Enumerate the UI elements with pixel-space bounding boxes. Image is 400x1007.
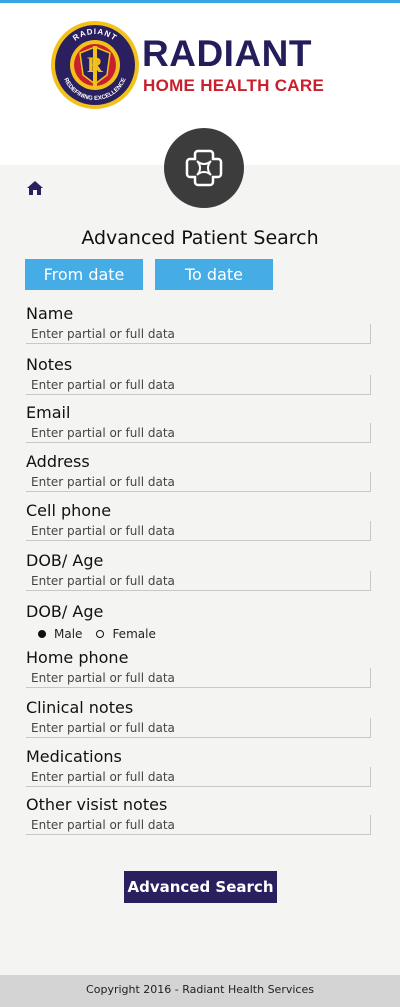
dob-age-field: DOB/ Age [26, 551, 371, 591]
field-label: Email [26, 403, 71, 422]
radiant-seal-logo: R RADIANT REDEFINING EXCELLENCE [51, 21, 139, 109]
from-date-button[interactable]: From date [25, 259, 143, 290]
name-input[interactable] [26, 324, 371, 344]
to-date-button[interactable]: To date [155, 259, 273, 290]
notes-input[interactable] [26, 375, 371, 395]
address-field: Address [26, 452, 371, 492]
male-radio[interactable] [38, 630, 46, 638]
field-label: DOB/ Age [26, 551, 104, 570]
brand-name: RADIANT [142, 33, 312, 74]
gender-radio-group: Male Female [38, 626, 170, 642]
other-visit-notes-input[interactable] [26, 815, 371, 835]
home-phone-input[interactable] [26, 668, 371, 688]
medications-input[interactable] [26, 767, 371, 787]
female-radio-label[interactable]: Female [112, 627, 155, 641]
advanced-search-button[interactable]: Advanced Search [124, 871, 277, 903]
cell-phone-input[interactable] [26, 521, 371, 541]
medical-cross-icon [185, 149, 223, 187]
field-label: Clinical notes [26, 698, 134, 717]
field-label: Other visist notes [26, 795, 168, 814]
home-icon[interactable] [26, 180, 44, 196]
female-radio[interactable] [96, 630, 105, 638]
brand-tagline: HOME HEALTH CARE [143, 76, 325, 95]
copyright-text: Copyright 2016 - Radiant Health Services [86, 983, 314, 996]
field-label: Address [26, 452, 90, 471]
footer: Copyright 2016 - Radiant Health Services [0, 975, 400, 1007]
email-field: Email [26, 403, 371, 443]
address-input[interactable] [26, 472, 371, 492]
field-label: Cell phone [26, 501, 112, 520]
other-visit-notes-field: Other visist notes [26, 795, 371, 835]
male-radio-label[interactable]: Male [54, 627, 82, 641]
field-label: Medications [26, 747, 122, 766]
gender-field: DOB/ Age [26, 602, 371, 622]
email-input[interactable] [26, 423, 371, 443]
name-field: Name [26, 304, 371, 344]
clinical-notes-input[interactable] [26, 718, 371, 738]
svg-text:R: R [87, 52, 104, 77]
medications-field: Medications [26, 747, 371, 787]
field-label: DOB/ Age [26, 602, 104, 621]
field-label: Home phone [26, 648, 129, 667]
field-label: Notes [26, 355, 73, 374]
page-title: Advanced Patient Search [81, 227, 319, 249]
clinical-notes-field: Clinical notes [26, 698, 371, 738]
cell-phone-field: Cell phone [26, 501, 371, 541]
notes-field: Notes [26, 355, 371, 395]
center-badge [164, 128, 244, 208]
dob-age-input[interactable] [26, 571, 371, 591]
home-phone-field: Home phone [26, 648, 371, 688]
field-label: Name [26, 304, 74, 323]
